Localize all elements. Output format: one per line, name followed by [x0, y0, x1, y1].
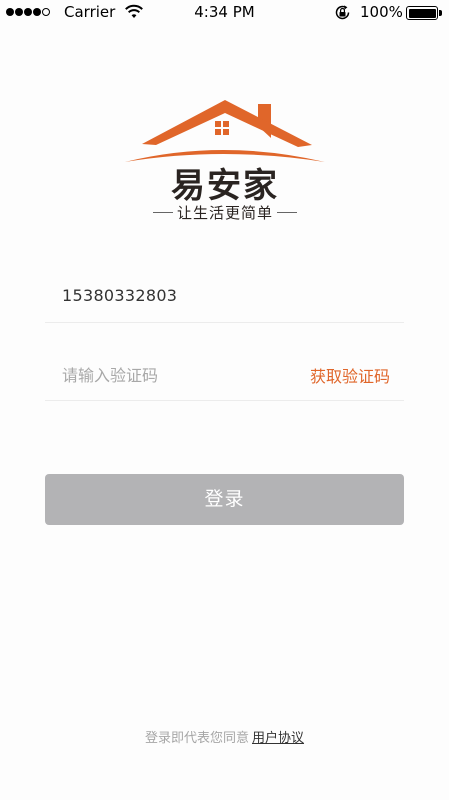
battery-percentage: 100%	[360, 3, 403, 21]
get-code-button[interactable]: 获取验证码	[310, 363, 390, 387]
orientation-lock-icon	[335, 5, 350, 20]
phone-number-value[interactable]: 15380332803	[62, 286, 177, 305]
brand-name: 易安家	[171, 166, 279, 206]
phone-field[interactable]: 15380332803	[45, 272, 404, 323]
agreement-text: 登录即代表您同意	[144, 731, 249, 746]
tagline-row: 让生活更简单	[122, 202, 328, 223]
verification-code-input[interactable]	[62, 362, 282, 388]
status-bar: Carrier 4:34 PM 100%	[0, 0, 449, 26]
battery-icon	[406, 6, 438, 20]
agreement-footer: 登录即代表您同意 用户协议	[0, 727, 449, 746]
divider	[152, 212, 173, 213]
house-roof-icon	[125, 100, 325, 162]
verification-code-row: 获取验证码	[45, 350, 404, 401]
login-button[interactable]: 登录	[45, 474, 404, 525]
tagline: 让生活更简单	[176, 204, 273, 222]
user-agreement-link[interactable]: 用户协议	[252, 731, 304, 746]
app-logo: 易安家 让生活更简单	[122, 96, 328, 226]
divider	[277, 212, 297, 213]
